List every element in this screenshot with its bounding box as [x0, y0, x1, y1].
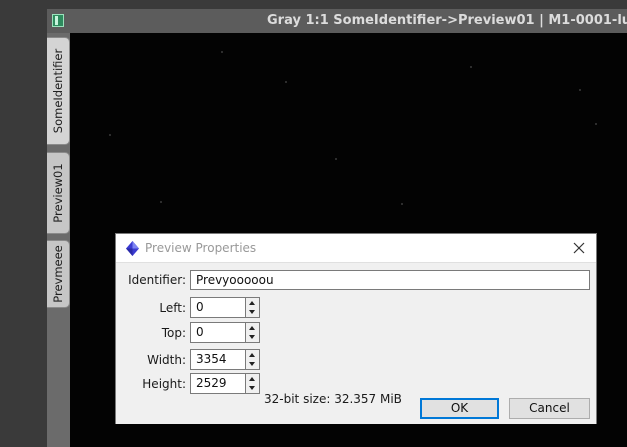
width-label: Width: [147, 353, 186, 367]
tab-someidentifier[interactable]: SomeIdentifier [47, 37, 70, 145]
height-spinbox: 2529 [190, 373, 260, 394]
app-logo-icon [126, 241, 139, 256]
image-window-title-bar[interactable]: Gray 1:1 SomeIdentifier->Preview01 | M1-… [47, 9, 627, 33]
identifier-label: Identifier: [128, 273, 186, 287]
size-info-text: 32-bit size: 32.357 MiB [264, 392, 402, 406]
height-increment-button[interactable] [246, 374, 259, 384]
tab-label: Preview01 [51, 163, 65, 223]
height-spin-arrows [246, 373, 260, 394]
width-spinbox: 3354 [190, 349, 260, 370]
top-label: Top: [161, 326, 186, 340]
left-field[interactable]: 0 [190, 297, 246, 318]
star-speck [160, 201, 162, 203]
star-speck [579, 89, 581, 91]
height-label: Height: [142, 377, 186, 391]
star-speck [109, 134, 111, 136]
height-decrement-button[interactable] [246, 384, 259, 394]
window-icon[interactable] [52, 14, 64, 27]
star-speck [335, 158, 337, 160]
dialog-body: Identifier: Prevyooooou Left: 0 Top: 0 W… [116, 262, 596, 424]
top-decrement-button[interactable] [246, 333, 259, 343]
top-increment-button[interactable] [246, 323, 259, 333]
star-speck [595, 123, 597, 125]
star-speck [470, 66, 472, 68]
tab-prevmeee[interactable]: Prevmeee [47, 240, 70, 308]
ok-button[interactable]: OK [420, 398, 499, 419]
width-increment-button[interactable] [246, 350, 259, 360]
top-spinbox: 0 [190, 322, 260, 343]
dialog-title: Preview Properties [145, 241, 257, 255]
image-window-title: Gray 1:1 SomeIdentifier->Preview01 | M1-… [267, 13, 627, 28]
dialog-title-bar[interactable]: Preview Properties [116, 234, 596, 262]
left-decrement-button[interactable] [246, 308, 259, 318]
top-field[interactable]: 0 [190, 322, 246, 343]
star-speck [285, 81, 287, 83]
left-spin-arrows [246, 297, 260, 318]
tab-preview01[interactable]: Preview01 [47, 152, 70, 234]
identifier-field[interactable]: Prevyooooou [190, 270, 590, 290]
width-spin-arrows [246, 349, 260, 370]
left-increment-button[interactable] [246, 298, 259, 308]
width-field[interactable]: 3354 [190, 349, 246, 370]
left-label: Left: [159, 301, 186, 315]
tab-label: SomeIdentifier [51, 48, 65, 134]
tab-label: Prevmeee [51, 245, 65, 303]
preview-properties-dialog: Preview Properties Identifier: Prevyoooo… [115, 233, 597, 424]
close-icon[interactable] [568, 237, 590, 259]
top-spin-arrows [246, 322, 260, 343]
star-speck [401, 203, 403, 205]
width-decrement-button[interactable] [246, 360, 259, 370]
preview-tab-rail: SomeIdentifier Preview01 Prevmeee [47, 33, 70, 447]
height-field[interactable]: 2529 [190, 373, 246, 394]
workspace-background [0, 0, 47, 447]
star-speck [221, 51, 223, 53]
cancel-button[interactable]: Cancel [509, 398, 590, 419]
left-spinbox: 0 [190, 297, 260, 318]
